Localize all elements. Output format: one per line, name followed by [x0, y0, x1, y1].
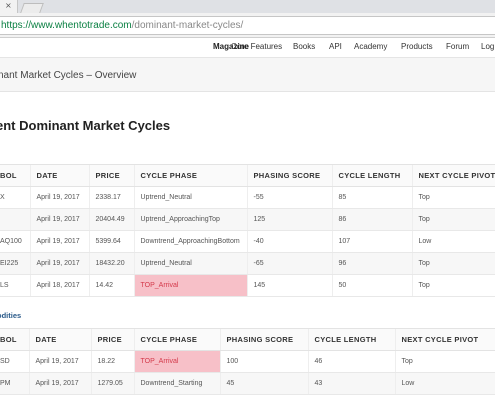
- table-row[interactable]: SD April 19, 2017 18.22 TOP_Arrival 100 46 Top: [0, 350, 495, 373]
- cell-next-pivot: Top: [411, 252, 495, 275]
- column-header-next-pivot[interactable]: NEXT CYCLE PIVOT: [394, 328, 495, 351]
- column-header-date[interactable]: DATE: [28, 328, 91, 351]
- nav-item-login[interactable]: Log: [481, 42, 494, 51]
- cell-symbol: AQ100: [0, 230, 30, 253]
- page-title: nant Market Cycles – Overview: [0, 70, 137, 81]
- cell-cycle-length: 46: [307, 350, 395, 373]
- cell-phasing-score: -65: [246, 252, 332, 275]
- table-body: SD April 19, 2017 18.22 TOP_Arrival 100 46 Top…: [0, 350, 495, 395]
- cell-cycle-phase: Downtrend_ApproachingBottom: [133, 230, 247, 253]
- nav-item-forum[interactable]: Forum: [446, 42, 469, 51]
- address-bar: https://www.whentotrade.com/dominant-mar…: [0, 13, 495, 38]
- commodities-cycles-table: BOL DATE PRICE CYCLE PHASE PHASING SCORE…: [0, 328, 495, 395]
- cell-symbol: PM: [0, 372, 29, 395]
- section-heading: ent Dominant Market Cycles: [0, 118, 171, 133]
- commodities-label: odities: [0, 311, 22, 320]
- cell-phasing-score: 145: [246, 274, 332, 297]
- cell-price: 2338.17: [88, 186, 134, 209]
- cell-date: April 18, 2017: [29, 274, 89, 297]
- column-header-next-pivot[interactable]: NEXT CYCLE PIVOT: [411, 164, 495, 187]
- cell-cycle-phase: TOP_Arrival: [133, 350, 220, 373]
- table-row[interactable]: April 19, 2017 20404.49 Uptrend_Approachin…: [0, 208, 495, 231]
- column-header-phasing-score[interactable]: PHASING SCORE: [219, 328, 308, 351]
- cell-cycle-phase: Uptrend_ApproachingTop: [133, 208, 247, 231]
- nav-item-books[interactable]: Books: [293, 42, 315, 51]
- cell-date: April 19, 2017: [28, 372, 91, 395]
- cell-cycle-phase: Uptrend_Neutral: [133, 186, 247, 209]
- column-header-phasing-score[interactable]: PHASING SCORE: [246, 164, 332, 187]
- cell-symbol: SD: [0, 350, 29, 373]
- cell-next-pivot: Top: [394, 350, 495, 373]
- cell-cycle-length: 86: [331, 208, 412, 231]
- column-header-cycle-phase[interactable]: CYCLE PHASE: [133, 164, 247, 187]
- site-navigation: Magazine Core Features Books API Academy…: [0, 38, 495, 58]
- cell-symbol: LS: [0, 274, 30, 297]
- cell-symbol: X: [0, 186, 30, 209]
- column-header-symbol[interactable]: BOL: [0, 164, 30, 187]
- cell-phasing-score: 125: [246, 208, 332, 231]
- cell-next-pivot: Top: [411, 208, 495, 231]
- column-header-date[interactable]: DATE: [29, 164, 89, 187]
- cell-cycle-length: 85: [331, 186, 412, 209]
- url-text: https://www.whentotrade.com/dominant-mar…: [1, 20, 243, 31]
- table-row[interactable]: LS April 18, 2017 14.42 TOP_Arrival 145 50 Top: [0, 274, 495, 297]
- table-row[interactable]: X April 19, 2017 2338.17 Uptrend_Neutral -55…: [0, 186, 495, 209]
- nav-item-api[interactable]: API: [329, 42, 342, 51]
- cell-price: 18.22: [90, 350, 134, 373]
- cell-phasing-score: 100: [219, 350, 308, 373]
- cell-cycle-length: 107: [331, 230, 412, 253]
- close-tab-icon[interactable]: ×: [5, 1, 12, 10]
- cell-cycle-phase: TOP_Arrival: [133, 274, 247, 297]
- cell-next-pivot: Low: [411, 230, 495, 253]
- nav-item-core-features[interactable]: Core Features: [231, 42, 282, 51]
- cell-next-pivot: Top: [411, 186, 495, 209]
- column-header-cycle-length[interactable]: CYCLE LENGTH: [331, 164, 412, 187]
- market-cycles-table: BOL DATE PRICE CYCLE PHASE PHASING SCORE…: [0, 164, 495, 297]
- cell-cycle-phase: Uptrend_Neutral: [133, 252, 247, 275]
- column-header-symbol[interactable]: BOL: [0, 328, 29, 351]
- cell-price: 20404.49: [88, 208, 134, 231]
- url-input[interactable]: https://www.whentotrade.com/dominant-mar…: [0, 16, 495, 35]
- cell-price: 5399.64: [88, 230, 134, 253]
- cell-date: April 19, 2017: [28, 350, 91, 373]
- column-header-price[interactable]: PRICE: [88, 164, 134, 187]
- nav-item-academy[interactable]: Academy: [354, 42, 387, 51]
- browser-tab[interactable]: ×: [0, 0, 18, 13]
- url-path-part: /dominant-market-cycles/: [131, 20, 244, 31]
- page-title-bar: nant Market Cycles – Overview: [0, 58, 495, 92]
- table-header-row: BOL DATE PRICE CYCLE PHASE PHASING SCORE…: [0, 164, 495, 187]
- cell-date: April 19, 2017: [29, 208, 89, 231]
- cell-cycle-length: 96: [331, 252, 412, 275]
- cell-price: 1279.05: [90, 372, 134, 395]
- cell-phasing-score: -55: [246, 186, 332, 209]
- cell-phasing-score: 45: [219, 372, 308, 395]
- cell-cycle-length: 43: [307, 372, 395, 395]
- cell-next-pivot: Low: [394, 372, 495, 395]
- nav-item-products[interactable]: Products: [401, 42, 433, 51]
- column-header-cycle-phase[interactable]: CYCLE PHASE: [133, 328, 220, 351]
- new-tab-button[interactable]: [20, 3, 44, 13]
- cell-price: 18432.20: [88, 252, 134, 275]
- cell-date: April 19, 2017: [29, 252, 89, 275]
- cell-phasing-score: -40: [246, 230, 332, 253]
- table-row[interactable]: EI225 April 19, 2017 18432.20 Uptrend_Neutr…: [0, 252, 495, 275]
- table-row[interactable]: PM April 19, 2017 1279.05 Downtrend_Startin…: [0, 372, 495, 395]
- cell-price: 14.42: [88, 274, 134, 297]
- cell-next-pivot: Top: [411, 274, 495, 297]
- url-secure-part: https://www.whentotrade.com: [1, 20, 132, 31]
- cell-date: April 19, 2017: [29, 230, 89, 253]
- table-header-row: BOL DATE PRICE CYCLE PHASE PHASING SCORE…: [0, 328, 495, 351]
- cell-cycle-length: 50: [331, 274, 412, 297]
- cell-date: April 19, 2017: [29, 186, 89, 209]
- table-row[interactable]: AQ100 April 19, 2017 5399.64 Downtrend_Appr…: [0, 230, 495, 253]
- column-header-cycle-length[interactable]: CYCLE LENGTH: [307, 328, 395, 351]
- table-body: X April 19, 2017 2338.17 Uptrend_Neutral -55…: [0, 186, 495, 297]
- column-header-price[interactable]: PRICE: [90, 328, 134, 351]
- cell-symbol: [0, 208, 30, 231]
- browser-tab-strip: ×: [0, 0, 495, 13]
- cell-cycle-phase: Downtrend_Starting: [133, 372, 220, 395]
- cell-symbol: EI225: [0, 252, 30, 275]
